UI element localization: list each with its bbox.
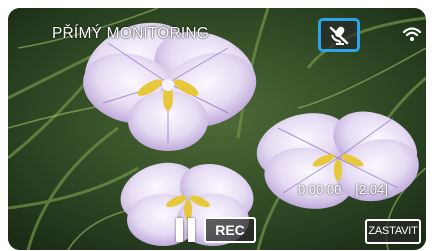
monitoring-screen: PŘÍMÝ MONITORING 0:00:00 [2:04] REC ZASTA… bbox=[8, 8, 426, 250]
screen-title: PŘÍMÝ MONITORING bbox=[52, 25, 210, 42]
stop-button[interactable]: ZASTAVIT bbox=[365, 219, 421, 244]
remaining-time: [2:04] bbox=[355, 182, 388, 197]
mute-button[interactable] bbox=[318, 18, 360, 52]
wifi-icon bbox=[403, 27, 421, 41]
rec-button[interactable]: REC bbox=[204, 217, 256, 243]
microphone-off-icon bbox=[329, 26, 349, 45]
live-video-feed bbox=[8, 8, 426, 250]
recording-time: 0:00:00 [2:04] bbox=[298, 182, 388, 197]
pause-button[interactable] bbox=[176, 218, 196, 242]
elapsed-time: 0:00:00 bbox=[298, 182, 342, 197]
